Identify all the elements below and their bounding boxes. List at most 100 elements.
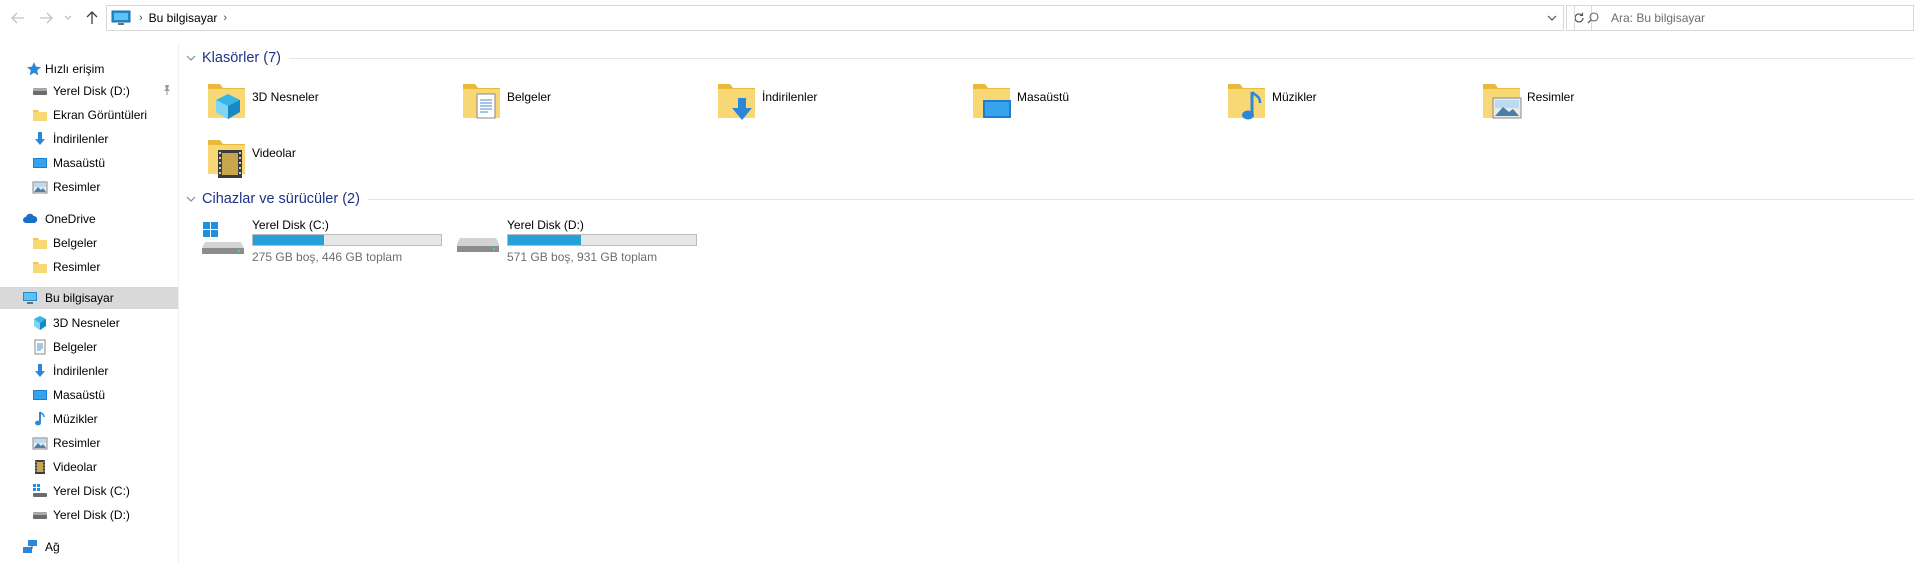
address-history-dropdown[interactable] — [1541, 6, 1563, 30]
pictures-icon — [32, 437, 48, 450]
folder-3d-objects[interactable]: 3D Nesneler — [206, 80, 456, 128]
nav-quick-pictures[interactable]: Resimler — [0, 176, 178, 198]
chevron-down-icon — [1547, 15, 1557, 21]
forward-arrow-icon — [40, 12, 53, 24]
nav-label: Resimler — [53, 180, 101, 194]
up-arrow-icon — [86, 11, 98, 24]
search-icon — [1587, 12, 1599, 24]
group-title: Klasörler (7) — [202, 50, 281, 66]
drive-tile-d[interactable]: Yerel Disk (D:) 571 GB boş, 931 GB topla… — [456, 214, 706, 266]
nav-label: Videolar — [53, 460, 97, 474]
drive-label: Yerel Disk (C:) — [252, 218, 329, 232]
folder-videos[interactable]: Videolar — [206, 136, 456, 184]
folder-label: Belgeler — [507, 90, 552, 104]
nav-this-pc[interactable]: Bu bilgisayar — [0, 287, 178, 309]
drive-tile-c[interactable]: Yerel Disk (C:) 275 GB boş, 446 GB topla… — [201, 214, 451, 266]
nav-onedrive-documents[interactable]: Belgeler — [0, 232, 178, 254]
windows-drive-icon — [202, 222, 244, 254]
star-icon — [27, 62, 41, 76]
nav-label: OneDrive — [45, 212, 96, 226]
breadcrumb-separator[interactable]: › — [139, 12, 143, 24]
cloud-icon — [23, 213, 38, 223]
nav-onedrive-pictures[interactable]: Resimler — [0, 256, 178, 278]
breadcrumb-separator[interactable]: › — [223, 12, 227, 24]
downloads-folder-icon — [718, 84, 755, 120]
group-divider — [367, 198, 1914, 200]
nav-label: Hızlı erişim — [45, 62, 105, 76]
folder-label: İndirilenler — [762, 90, 818, 104]
documents-icon — [34, 339, 46, 355]
folder-label: 3D Nesneler — [252, 90, 319, 104]
forward-button[interactable] — [36, 8, 56, 28]
nav-pc-3d-objects[interactable]: 3D Nesneler — [0, 312, 178, 334]
chevron-down-icon[interactable] — [186, 53, 200, 64]
group-title: Cihazlar ve sürücüler (2) — [202, 191, 360, 207]
nav-pc-documents[interactable]: Belgeler — [0, 336, 178, 358]
nav-quick-desktop[interactable]: Masaüstü — [0, 152, 178, 174]
nav-label: Yerel Disk (D:) — [53, 508, 130, 522]
pictures-icon — [32, 181, 48, 194]
group-header-folders[interactable]: Klasörler (7) — [186, 48, 1920, 68]
music-note-icon — [35, 411, 45, 426]
drive-usage-bar — [507, 234, 697, 246]
nav-quick-access[interactable]: Hızlı erişim — [0, 58, 178, 80]
nav-quick-drive-d[interactable]: Yerel Disk (D:) — [0, 80, 178, 102]
folder-label: Masaüstü — [1017, 90, 1070, 104]
3d-objects-icon — [34, 316, 46, 330]
nav-onedrive[interactable]: OneDrive — [0, 208, 178, 230]
pin-icon[interactable] — [162, 84, 172, 96]
recent-locations-button[interactable] — [62, 8, 74, 28]
search-box[interactable] — [1574, 5, 1914, 31]
group-divider — [288, 57, 1914, 59]
nav-label: Yerel Disk (C:) — [53, 484, 130, 498]
nav-label: Bu bilgisayar — [45, 291, 114, 305]
folder-pictures[interactable]: Resimler — [1481, 80, 1731, 128]
download-arrow-icon — [35, 132, 45, 145]
back-button[interactable] — [8, 8, 28, 28]
nav-label: Resimler — [53, 436, 101, 450]
nav-network[interactable]: Ağ — [0, 536, 178, 558]
nav-pc-downloads[interactable]: İndirilenler — [0, 360, 178, 382]
nav-pc-desktop[interactable]: Masaüstü — [0, 384, 178, 406]
folder-documents[interactable]: Belgeler — [461, 80, 711, 128]
folder-label: Videolar — [252, 146, 296, 160]
navigation-pane: Hızlı erişim Yerel Disk (D:) Ekran Görün… — [0, 54, 178, 563]
nav-quick-downloads[interactable]: İndirilenler — [0, 128, 178, 150]
drive-usage-fill — [508, 235, 582, 245]
3d-objects-folder-icon — [208, 84, 245, 119]
address-bar[interactable]: › Bu bilgisayar › — [106, 5, 1564, 31]
nav-label: İndirilenler — [53, 132, 109, 146]
nav-quick-screenshots[interactable]: Ekran Görüntüleri — [0, 104, 178, 126]
drive-icon — [33, 88, 47, 95]
windows-drive-icon — [33, 484, 47, 497]
nav-label: Ekran Görüntüleri — [53, 108, 148, 122]
drive-space-info: 275 GB boş, 446 GB toplam — [252, 250, 403, 264]
drive-space-info: 571 GB boş, 931 GB toplam — [507, 250, 658, 264]
drive-icon — [33, 512, 47, 519]
folder-music[interactable]: Müzikler — [1226, 80, 1476, 128]
nav-label: Müzikler — [53, 412, 98, 426]
folder-icon — [33, 110, 47, 121]
nav-pc-drive-c[interactable]: Yerel Disk (C:) — [0, 480, 178, 502]
folder-icon — [33, 238, 47, 249]
nav-pc-videos[interactable]: Videolar — [0, 456, 178, 478]
folder-desktop[interactable]: Masaüstü — [971, 80, 1221, 128]
nav-pc-drive-d[interactable]: Yerel Disk (D:) — [0, 504, 178, 526]
up-button[interactable] — [82, 8, 102, 28]
nav-label: Belgeler — [53, 340, 98, 354]
nav-pc-music[interactable]: Müzikler — [0, 408, 178, 430]
desktop-folder-icon — [973, 84, 1011, 118]
back-arrow-icon — [11, 12, 24, 24]
search-input[interactable] — [1609, 10, 1903, 26]
nav-label: Resimler — [53, 260, 101, 274]
group-header-drives[interactable]: Cihazlar ve sürücüler (2) — [186, 189, 1920, 209]
videos-folder-icon — [208, 140, 245, 178]
documents-folder-icon — [463, 84, 500, 119]
network-icon — [23, 540, 37, 553]
chevron-down-icon[interactable] — [186, 194, 200, 205]
drive-usage-fill — [253, 235, 325, 245]
drive-usage-bar — [252, 234, 442, 246]
folder-downloads[interactable]: İndirilenler — [716, 80, 966, 128]
nav-pc-pictures[interactable]: Resimler — [0, 432, 178, 454]
breadcrumb-this-pc[interactable]: Bu bilgisayar — [149, 11, 218, 25]
